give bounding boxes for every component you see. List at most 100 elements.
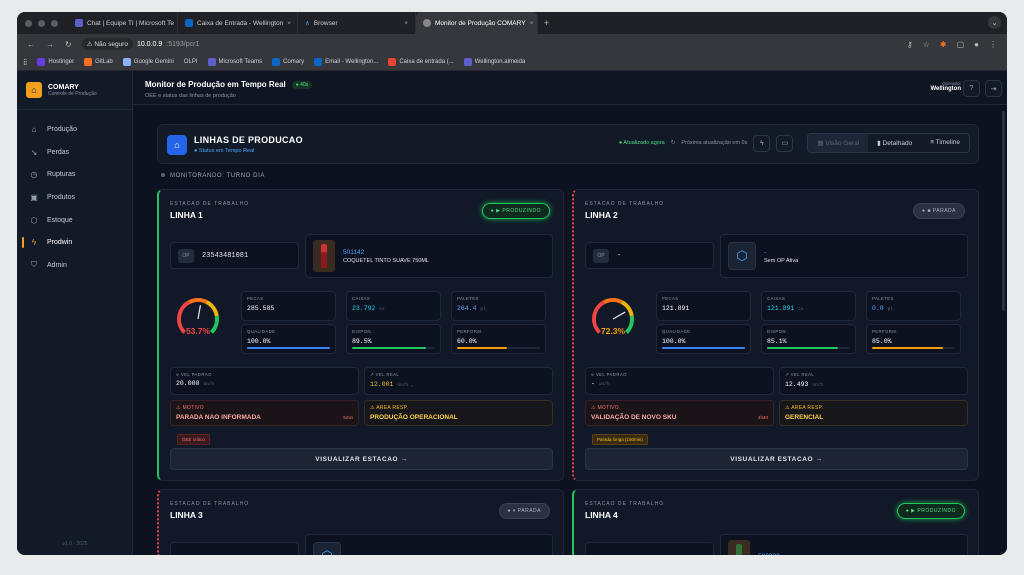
sidebar-item-producao[interactable]: ⌂ Produção	[17, 118, 132, 141]
metric-pecas: PECAS 285.585	[241, 291, 336, 321]
sidebar-item-produtos[interactable]: ▣ Produtos	[17, 186, 132, 209]
station-label: ESTACAO DE TRABALHO	[585, 201, 665, 207]
line-card-1[interactable]: ESTACAO DE TRABALHO LINHA 1 ● ▶ PRODUZIN…	[157, 189, 564, 481]
help-button[interactable]: ?	[963, 80, 980, 97]
vel-padrao: ⟡ VEL PADRAO - un/h	[585, 367, 774, 395]
bookmark-gitlab[interactable]: GitLab	[84, 58, 113, 66]
back-icon[interactable]: ←	[27, 40, 35, 49]
updated-status: ● Atualizado agora	[618, 140, 665, 146]
oee-gauge: 53.7%	[173, 295, 223, 345]
oee-gauge: 72.3%	[588, 295, 638, 345]
sidebar-item-rupturas[interactable]: ◷ Rupturas	[17, 163, 132, 186]
metric-qualidade: QUALIDADE 100.0%	[656, 324, 751, 354]
url-field[interactable]: ⚠ Não seguro 10.0.0.9:5193/pcr1	[81, 38, 199, 50]
bookmark-inbox[interactable]: Caixa de entrada (...	[388, 58, 454, 66]
gauge-segment	[603, 298, 623, 304]
window-controls[interactable]	[25, 19, 58, 27]
tab-browser[interactable]: ∧ Browser ×	[298, 12, 416, 34]
line-card-2[interactable]: ESTACAO DE TRABALHO LINHA 2 ● ■ PARADA O…	[572, 189, 979, 481]
bookmark-teams[interactable]: Microsoft Teams	[207, 58, 262, 66]
cube-icon: ⬡	[728, 242, 756, 270]
cube-icon: ⬡	[313, 542, 341, 555]
box-icon: ▣	[30, 192, 38, 202]
product-info: 501142 COQUETEL TINTO SUAVE 750ML	[305, 234, 553, 278]
shield-icon: ⛉	[31, 260, 37, 270]
refresh-icon: ↻	[670, 140, 676, 146]
product-code: -	[764, 248, 767, 256]
oee-value: 53.7%	[185, 326, 211, 336]
metric-performance: PERFORM. 60.0%	[451, 324, 546, 354]
menu-icon[interactable]: ⋮	[989, 40, 997, 49]
line-card-4[interactable]: ESTACAO DE TRABALHO LINHA 4 ● ▶ PRODUZIN…	[572, 489, 979, 555]
sidebar-item-perdas[interactable]: ↘ Perdas	[17, 141, 132, 164]
tab-outlook[interactable]: Caixa de Entrada - Wellington ×	[178, 12, 298, 34]
tab-monitor[interactable]: Monitor de Produção COMARY ×	[416, 12, 538, 34]
status-badge: ● ▶ PRODUZINDO	[896, 503, 965, 519]
view-station-button[interactable]: VISUALIZAR ESTACAO →	[585, 448, 968, 470]
tab-detalhado[interactable]: ▮ Detalhado	[868, 134, 921, 152]
bookmark-hostinger[interactable]: Hostinger	[37, 58, 74, 66]
version-label: v1.0 · 2025	[62, 541, 88, 547]
password-icon[interactable]: ⚷	[907, 40, 913, 49]
bolt-icon: ϟ	[31, 238, 37, 248]
logout-button[interactable]: ⇥	[985, 80, 1002, 97]
new-tab-button[interactable]: +	[544, 18, 549, 28]
sidebar-item-estoque[interactable]: ⬡ Estoque	[17, 209, 132, 232]
close-icon[interactable]: ×	[404, 20, 408, 27]
tab-search-icon[interactable]: ⌄	[988, 16, 1001, 29]
gauge-needle	[612, 311, 626, 320]
extensions-icon[interactable]: ▢	[957, 40, 965, 49]
view-station-button[interactable]: VISUALIZAR ESTACAO →	[170, 448, 553, 470]
station-label: ESTACAO DE TRABALHO	[170, 501, 250, 507]
monitor-button[interactable]: ▭	[776, 134, 794, 152]
extension-icon[interactable]: ✱	[940, 40, 947, 49]
auto-refresh-button[interactable]: ϟ	[753, 134, 771, 152]
tab-timeline[interactable]: ≡ Timeline	[921, 134, 969, 152]
vel-real[interactable]: ↗ VEL REAL 12.001 un/h ⌄	[364, 367, 553, 395]
page-subtitle: OEE e status das linhas de produção	[145, 93, 236, 99]
close-icon[interactable]: ×	[530, 20, 534, 27]
product-code: 501142	[343, 248, 365, 256]
area-box: ⚠ AREA RESP. PRODUÇÃO OPERACIONAL	[364, 400, 553, 426]
operator-name: Wellington	[930, 86, 961, 92]
scrollbar[interactable]	[1002, 111, 1005, 311]
close-icon[interactable]: ×	[287, 20, 291, 27]
bookmark-comary[interactable]: Comary	[272, 58, 304, 66]
page-header: Monitor de Produção em Tempo Real ● 40s O…	[133, 71, 1007, 105]
op-number: OP -	[585, 242, 714, 269]
outlook-icon	[185, 19, 193, 27]
sidebar-item-prodwin[interactable]: ϟ Prodwin	[17, 231, 132, 254]
metric-paletes: PALETES 0.0 pl	[866, 291, 961, 321]
live-badge: ● 40s	[291, 80, 313, 89]
forward-icon[interactable]: →	[46, 40, 54, 49]
line-name: LINHA 4	[585, 510, 618, 520]
line-card-3[interactable]: ESTACAO DE TRABALHO LINHA 3 ● ⏸ PARADA ⬡…	[157, 489, 564, 555]
tab-visao-geral[interactable]: ▦ Visão Geral	[808, 134, 869, 152]
metric-paletes: PALETES 264.4 pl	[451, 291, 546, 321]
cube-icon: ⬡	[30, 215, 38, 225]
bookmark-olpi[interactable]: OLPI	[184, 59, 198, 65]
star-icon[interactable]: ☆	[923, 40, 930, 49]
apps-icon[interactable]: ⣿	[23, 59, 27, 66]
bookmark-email[interactable]: Email - Wellington...	[314, 58, 378, 66]
security-indicator[interactable]: ⚠ Não seguro	[81, 38, 133, 50]
sidebar-item-admin[interactable]: ⛉ Admin	[17, 254, 132, 277]
tab-teams[interactable]: Chat | Equipe TI | Microsoft Te×	[68, 12, 178, 34]
status-badge: ● ■ PARADA	[912, 203, 965, 219]
page-title: Monitor de Produção em Tempo Real	[145, 80, 286, 89]
bookmark-gemini[interactable]: Google Gemini	[122, 58, 174, 66]
reload-icon[interactable]: ↻	[65, 40, 72, 49]
browser-window: Chat | Equipe TI | Microsoft Te× Caixa d…	[17, 12, 1007, 555]
bookmark-wellington[interactable]: Wellington.almeida	[463, 58, 525, 66]
motivo-box: ⚠ MOTIVO PARADA NAO INFORMADA 5min	[170, 400, 359, 426]
op-value: -	[617, 251, 622, 260]
op-chip: OP	[593, 248, 609, 263]
line-name: LINHA 2	[585, 210, 618, 220]
metric-disponibilidade: DISPON. 89.5%	[346, 324, 441, 354]
next-update: Próxima atualização em 0s	[681, 140, 748, 146]
brand-subtitle: Controle de Produção	[48, 90, 97, 97]
vel-padrao: ⟡ VEL PADRAO 20.000 un/h	[170, 367, 359, 395]
brand-logo[interactable]: ⌂ COMARY Controle de Produção	[17, 71, 132, 110]
product-info: ⬡-	[305, 534, 553, 555]
profile-icon[interactable]: ●	[974, 40, 979, 49]
